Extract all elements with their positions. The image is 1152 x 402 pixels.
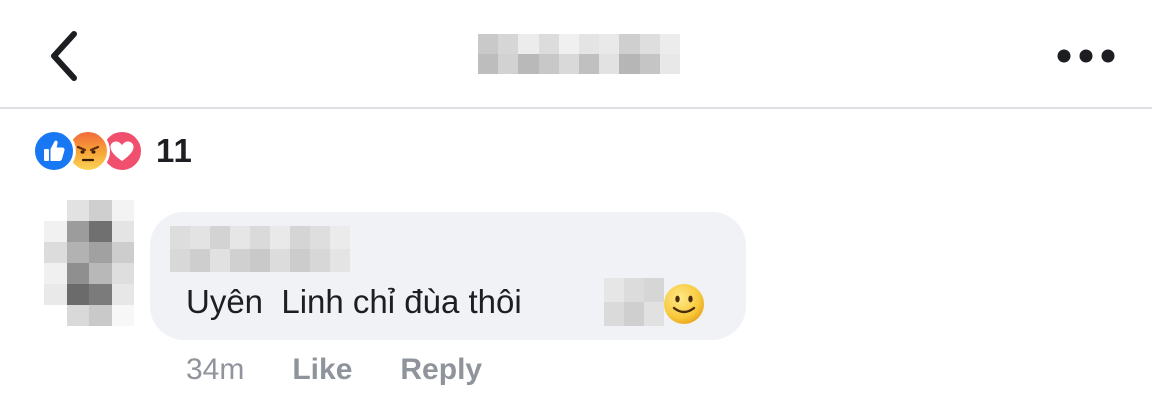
redaction-cell — [624, 278, 644, 302]
redaction-cell — [579, 54, 600, 74]
redaction-cell — [66, 200, 89, 221]
back-button[interactable] — [40, 24, 96, 88]
redaction-cell — [170, 249, 190, 272]
chevron-left-icon — [51, 31, 77, 81]
redaction-cell — [190, 226, 210, 249]
redaction-cell — [310, 226, 330, 249]
redaction-cell — [89, 200, 112, 221]
like-comment-button[interactable]: Like — [292, 353, 352, 387]
comment-bubble[interactable]: Uyên Linh chỉ đùa thôi — [150, 212, 746, 340]
reactions-summary[interactable]: 11 — [32, 128, 193, 174]
comment-timestamp[interactable]: 34m — [186, 353, 244, 387]
redaction-cell — [538, 54, 559, 74]
redaction-cell — [639, 34, 660, 54]
redaction-cell — [66, 221, 89, 242]
redaction-cell — [290, 249, 310, 272]
redaction-cell — [111, 242, 134, 263]
redaction-cell — [44, 305, 67, 326]
redaction-cell — [270, 249, 290, 272]
reaction-count: 11 — [156, 132, 193, 169]
redaction-cell — [624, 302, 644, 326]
redaction-cell — [111, 284, 134, 305]
redaction-cell — [44, 284, 67, 305]
redaction-cell — [44, 242, 67, 263]
redaction-cell — [230, 249, 250, 272]
redaction-cell — [44, 263, 67, 284]
redaction-cell — [89, 263, 112, 284]
redaction-cell — [270, 226, 290, 249]
redaction-cell — [250, 226, 270, 249]
redaction-cell — [538, 34, 559, 54]
redaction-cell — [639, 54, 660, 74]
smile-emoji-icon — [664, 284, 704, 324]
commenter-avatar-redacted[interactable] — [44, 200, 134, 326]
redaction-cell — [659, 54, 680, 74]
redaction-cell — [558, 34, 579, 54]
redaction-cell — [579, 34, 600, 54]
redaction-cell — [66, 263, 89, 284]
redaction-cell — [210, 249, 230, 272]
redacted-avatar-blur — [44, 200, 134, 326]
redaction-cell — [250, 249, 270, 272]
redaction-cell — [604, 278, 624, 302]
comment-actions: 34m Like Reply — [186, 348, 530, 392]
redaction-cell — [330, 226, 350, 249]
redaction-cell — [111, 221, 134, 242]
redaction-cell — [170, 226, 190, 249]
redaction-cell — [290, 226, 310, 249]
redaction-cell — [558, 54, 579, 74]
comment-text: Uyên Linh chỉ đùa thôi — [186, 283, 522, 320]
redaction-cell — [478, 54, 499, 74]
redaction-cell — [619, 54, 640, 74]
redaction-cell — [599, 54, 620, 74]
reply-comment-button[interactable]: Reply — [400, 353, 482, 387]
redaction-cell — [111, 263, 134, 284]
redaction-cell — [518, 34, 539, 54]
redaction-cell — [644, 278, 664, 302]
redaction-cell — [498, 34, 519, 54]
redaction-cell — [599, 34, 620, 54]
redaction-cell — [330, 249, 350, 272]
redaction-cell — [111, 200, 134, 221]
more-options-button[interactable] — [1050, 38, 1122, 74]
redaction-cell — [111, 305, 134, 326]
more-dots-icon — [1057, 49, 1115, 63]
redaction-cell — [44, 221, 67, 242]
redaction-cell — [619, 34, 640, 54]
redaction-cell — [89, 221, 112, 242]
redaction-cell — [190, 249, 210, 272]
redaction-cell — [66, 284, 89, 305]
redacted-title-blur — [478, 34, 680, 74]
redaction-cell — [89, 284, 112, 305]
redaction-cell — [659, 34, 680, 54]
redaction-cell — [518, 54, 539, 74]
redaction-cell — [604, 302, 624, 326]
redaction-cell — [66, 305, 89, 326]
redaction-cell — [89, 242, 112, 263]
redacted-tag — [604, 278, 664, 326]
redaction-cell — [66, 242, 89, 263]
redaction-cell — [230, 226, 250, 249]
redaction-cell — [644, 302, 664, 326]
redaction-cell — [210, 226, 230, 249]
redaction-cell — [89, 305, 112, 326]
page-title-redacted — [478, 34, 680, 74]
redaction-cell — [478, 34, 499, 54]
top-nav-bar — [0, 0, 1152, 109]
redacted-name-blur — [170, 226, 350, 272]
like-reaction-icon — [32, 129, 76, 173]
redaction-cell — [498, 54, 519, 74]
redacted-tag-blur — [604, 278, 664, 326]
redaction-cell — [310, 249, 330, 272]
redaction-cell — [44, 200, 67, 221]
commenter-name-redacted[interactable] — [170, 226, 350, 272]
